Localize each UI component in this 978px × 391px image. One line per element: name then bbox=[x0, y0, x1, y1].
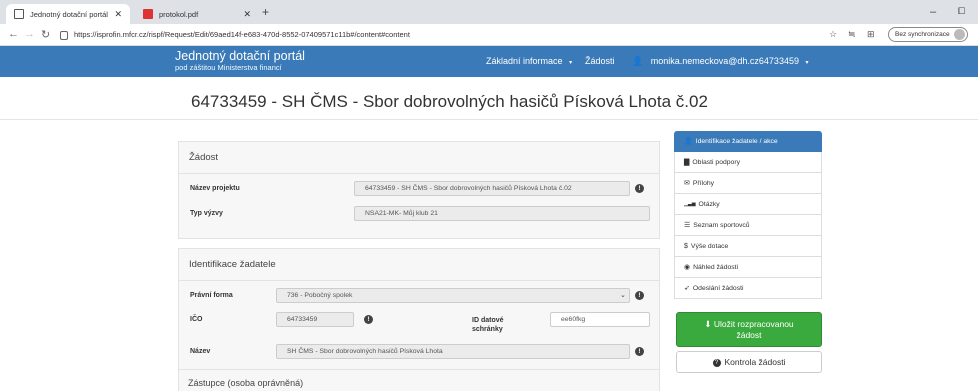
ico-field[interactable]: 64733459 bbox=[276, 312, 354, 327]
check-request-button[interactable]: ? Kontrola žádosti bbox=[676, 351, 822, 373]
databox-label-line2: schránky bbox=[472, 326, 503, 333]
app-navbar: Jednotný dotační portál pod záštitou Min… bbox=[0, 46, 978, 77]
side-nav-support-areas[interactable]: ▇ Oblasti podpory bbox=[674, 152, 822, 173]
legal-form-select[interactable]: 736 - Pobočný spolek bbox=[276, 288, 630, 303]
eye-icon: ◉ bbox=[684, 264, 691, 271]
sync-button[interactable]: Bez synchronizace bbox=[888, 27, 968, 42]
name-label: Název bbox=[190, 348, 211, 355]
question-icon: ? bbox=[712, 358, 721, 367]
info-icon[interactable]: ! bbox=[635, 184, 644, 193]
refresh-icon[interactable]: ↻ bbox=[41, 28, 50, 41]
brand-title: Jednotný dotační portál bbox=[175, 49, 305, 63]
new-tab-icon[interactable]: + bbox=[262, 5, 269, 19]
browser-tab-pdf[interactable]: protokol.pdf ✕ bbox=[135, 4, 259, 24]
side-nav-grant-amount[interactable]: $ Výše dotace bbox=[674, 236, 822, 257]
caret-down-icon: ▾ bbox=[569, 60, 573, 66]
url-text: https://isprofin.mfcr.cz/rispf/Request/E… bbox=[74, 30, 410, 39]
profile-avatar bbox=[954, 29, 965, 40]
send-icon: ➶ bbox=[684, 285, 690, 292]
save-draft-button[interactable]: ⬇ Uložit rozpracovanou žádost bbox=[676, 312, 822, 347]
side-nav-questions[interactable]: ▁▃▅ Otázky bbox=[674, 194, 822, 215]
pdf-icon bbox=[143, 9, 153, 19]
databox-label: ID datové schránky bbox=[472, 316, 504, 334]
favorites-bar-icon[interactable]: ≒ bbox=[848, 29, 856, 40]
side-nav-attachments[interactable]: ✉ Přílohy bbox=[674, 173, 822, 194]
brand-subtitle: pod záštitou Ministerstva financí bbox=[175, 63, 282, 72]
browser-tab-portal[interactable]: Jednotný dotační portál ✕ bbox=[6, 4, 130, 24]
side-nav-label: Otázky bbox=[698, 200, 720, 208]
divider bbox=[0, 119, 978, 120]
back-icon[interactable]: ← bbox=[8, 28, 19, 40]
save-label-line1: Uložit rozpracovanou bbox=[713, 319, 794, 329]
tab-label: Jednotný dotační portál bbox=[30, 9, 108, 19]
side-nav-label: Výše dotace bbox=[690, 242, 729, 250]
side-nav-athletes[interactable]: ☰ Seznam sportovců bbox=[674, 215, 822, 236]
menu-basic-info[interactable]: Základní informace ▾ bbox=[486, 56, 572, 66]
project-name-label: Název projektu bbox=[190, 185, 240, 192]
menu-user[interactable]: 👤 monika.nemeckova@dh.cz64733459 ▾ bbox=[632, 56, 809, 67]
side-nav-label: Seznam sportovců bbox=[693, 221, 750, 229]
info-icon[interactable]: ! bbox=[364, 315, 373, 324]
side-nav-applicant[interactable]: 👤 Identifikace žadatele / akce bbox=[674, 131, 822, 152]
legal-form-label: Právní forma bbox=[190, 292, 233, 299]
list-icon: ☰ bbox=[684, 222, 691, 229]
side-nav-submit[interactable]: ➶ Odeslání žádosti bbox=[674, 278, 822, 299]
browser-tab-bar: Jednotný dotační portál ✕ protokol.pdf ✕… bbox=[0, 0, 978, 24]
call-type-label: Typ výzvy bbox=[190, 210, 223, 217]
url-field[interactable]: https://isprofin.mfcr.cz/rispf/Request/E… bbox=[60, 28, 410, 42]
side-nav-label: Oblasti podpory bbox=[692, 158, 740, 166]
close-tab-icon[interactable]: ✕ bbox=[243, 9, 251, 20]
minimize-icon[interactable]: – bbox=[930, 6, 936, 18]
representative-heading: Zástupce (osoba oprávněná) bbox=[188, 378, 304, 388]
close-tab-icon[interactable]: ✕ bbox=[114, 9, 122, 20]
call-type-field[interactable]: NSA21-MK- Můj klub 21 bbox=[354, 206, 650, 221]
envelope-icon: ✉ bbox=[684, 180, 690, 187]
side-nav-label: Náhled žádosti bbox=[693, 263, 739, 271]
address-bar: ← → ↻ https://isprofin.mfcr.cz/rispf/Req… bbox=[0, 24, 978, 46]
ico-label: IČO bbox=[190, 316, 203, 323]
info-icon[interactable]: ! bbox=[635, 291, 644, 300]
tab-label: protokol.pdf bbox=[159, 9, 199, 19]
dollar-icon: $ bbox=[684, 242, 688, 250]
check-label: Kontrola žádosti bbox=[724, 357, 786, 367]
user-icon: 👤 bbox=[684, 138, 693, 145]
side-nav-label: Odeslání žádosti bbox=[692, 284, 744, 292]
side-nav-preview[interactable]: ◉ Náhled žádosti bbox=[674, 257, 822, 278]
name-field[interactable]: SH ČMS - Sbor dobrovolných hasičů Pískov… bbox=[276, 344, 630, 359]
databox-field[interactable]: ee60fkg bbox=[550, 312, 650, 327]
forward-icon[interactable]: → bbox=[24, 28, 35, 40]
menu-requests[interactable]: Žádosti bbox=[585, 56, 615, 66]
lock-icon bbox=[60, 30, 68, 40]
side-nav-label: Přílohy bbox=[692, 179, 715, 187]
book-icon: ▇ bbox=[684, 159, 690, 166]
user-icon: 👤 bbox=[632, 56, 644, 66]
project-name-field[interactable]: 64733459 - SH ČMS - Sbor dobrovolných ha… bbox=[354, 181, 630, 196]
chevron-down-icon: ⌄ bbox=[620, 292, 626, 299]
bar-chart-icon: ▁▃▅ bbox=[684, 201, 696, 207]
request-panel-heading: Žádost bbox=[179, 142, 659, 174]
side-nav: 👤 Identifikace žadatele / akce ▇ Oblasti p… bbox=[674, 131, 822, 299]
download-icon: ⬇ bbox=[704, 319, 712, 329]
divider bbox=[178, 369, 660, 370]
save-label-line2: žádost bbox=[736, 330, 762, 340]
page-icon bbox=[14, 9, 24, 19]
applicant-panel-heading: Identifikace žadatele bbox=[179, 249, 659, 281]
favorite-icon[interactable]: ☆ bbox=[829, 29, 837, 40]
page-title: 64733459 - SH ČMS - Sbor dobrovolných ha… bbox=[191, 92, 708, 111]
info-icon[interactable]: ! bbox=[635, 347, 644, 356]
sync-label: Bez synchronizace bbox=[895, 31, 950, 38]
brand[interactable]: Jednotný dotační portál pod záštitou Min… bbox=[175, 49, 305, 73]
databox-label-line1: ID datové bbox=[472, 317, 504, 324]
user-email: monika.nemeckova@dh.cz64733459 bbox=[650, 56, 799, 66]
collections-icon[interactable]: ⊞ bbox=[867, 29, 875, 40]
maximize-icon[interactable]: ⧠ bbox=[958, 6, 965, 17]
caret-down-icon: ▾ bbox=[805, 60, 809, 66]
menu-basic-info-label: Základní informace bbox=[486, 56, 563, 66]
side-nav-label: Identifikace žadatele / akce bbox=[695, 137, 778, 145]
